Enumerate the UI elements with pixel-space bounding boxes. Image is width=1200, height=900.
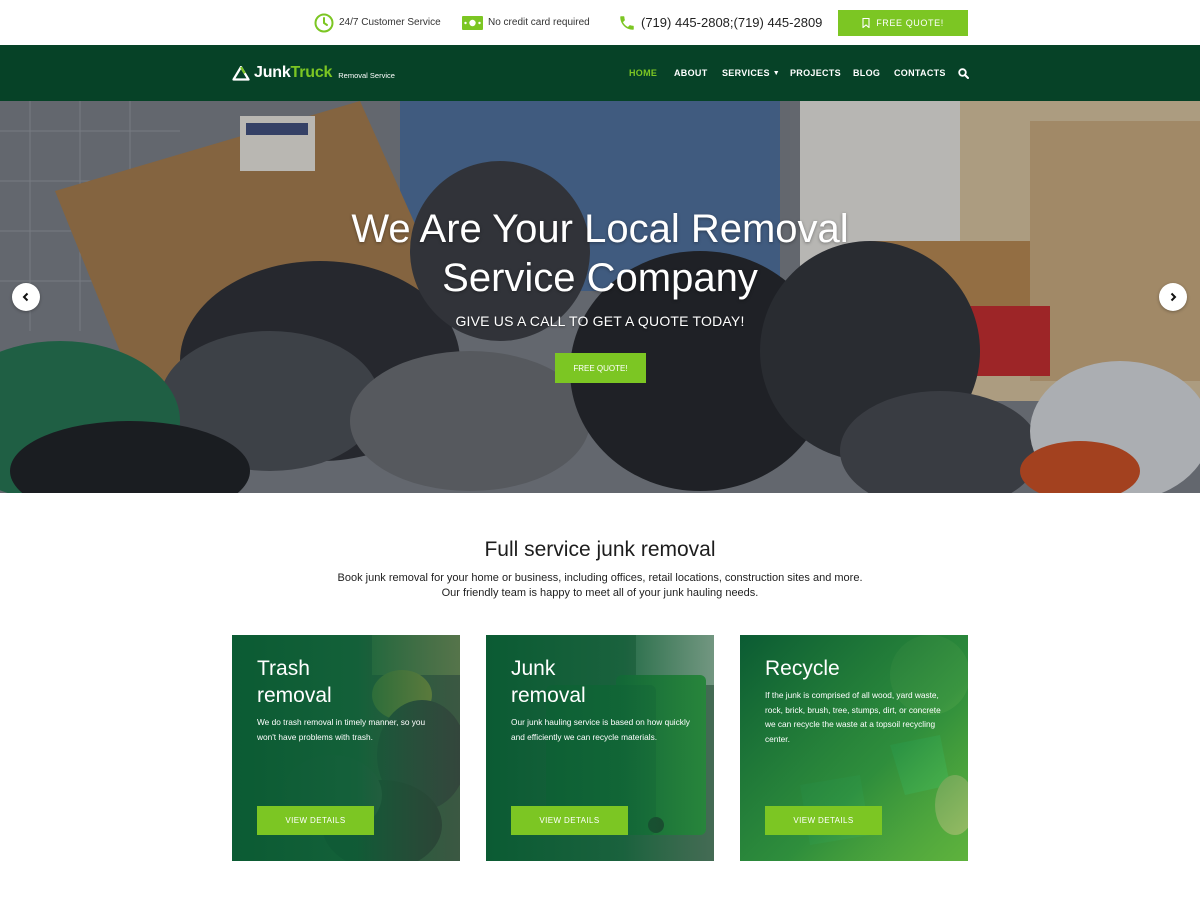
no-credit-card-label: No credit card required <box>488 17 590 28</box>
cash-icon <box>462 15 483 30</box>
service-card-junk-removal: Junk removal Our junk hauling service is… <box>486 635 714 861</box>
service-card-recycle: Recycle If the junk is comprised of all … <box>740 635 968 861</box>
card-title: Recycle <box>765 655 945 682</box>
brand-tagline: Removal Service <box>338 71 395 80</box>
card-description: Our junk hauling service is based on how… <box>511 717 690 742</box>
hero-free-quote-button[interactable]: FREE QUOTE! <box>555 353 646 383</box>
site-logo[interactable]: JunkTruck Removal Service <box>232 45 395 101</box>
view-details-button[interactable]: VIEW DETAILS <box>257 806 374 835</box>
view-details-button[interactable]: VIEW DETAILS <box>511 806 628 835</box>
main-navigation: JunkTruck Removal Service HOME ABOUT SER… <box>0 45 1200 101</box>
card-title: Trash removal <box>257 655 437 709</box>
section-description: Book junk removal for your home or busin… <box>0 571 1200 601</box>
section-title: Full service junk removal <box>484 538 716 561</box>
chevron-down-icon: ▼ <box>772 69 780 77</box>
brand-name: JunkTruck <box>254 64 332 82</box>
view-details-button[interactable]: VIEW DETAILS <box>765 806 882 835</box>
phone-info[interactable]: (719) 445-2808;(719) 445-2809 <box>618 0 822 45</box>
nav-projects[interactable]: PROJECTS <box>790 45 841 101</box>
nav-contacts-label: CONTACTS <box>894 68 946 78</box>
slider-next-button[interactable] <box>1159 283 1187 311</box>
phone-icon <box>620 15 634 30</box>
section-description-line1: Book junk removal for your home or busin… <box>337 572 863 584</box>
hero-title-line2: Service Company <box>442 256 758 300</box>
nav-blog[interactable]: BLOG <box>853 45 880 101</box>
nav-about-label: ABOUT <box>674 68 708 78</box>
hero-slider: We Are Your Local Removal Service Compan… <box>0 101 1200 493</box>
chevron-right-icon <box>1170 292 1177 302</box>
card-description: We do trash removal in timely manner, so… <box>257 717 426 742</box>
card-title-line1: Trash <box>257 657 310 680</box>
card-description: If the junk is comprised of all wood, ya… <box>765 690 941 744</box>
customer-service-label: 24/7 Customer Service <box>339 17 441 28</box>
free-quote-label: FREE QUOTE! <box>876 18 944 28</box>
nav-contacts[interactable]: CONTACTS <box>894 45 946 101</box>
nav-services[interactable]: SERVICES ▼ <box>722 45 780 101</box>
customer-service-info: 24/7 Customer Service <box>314 0 441 45</box>
brand-name-junk: Junk <box>254 64 291 81</box>
hero-subtitle: GIVE US A CALL TO GET A QUOTE TODAY! <box>455 313 745 329</box>
nav-home[interactable]: HOME <box>629 45 657 101</box>
no-credit-card-info: No credit card required <box>462 0 590 45</box>
hero-free-quote-label: FREE QUOTE! <box>573 363 628 373</box>
slider-prev-button[interactable] <box>12 283 40 311</box>
view-details-label: VIEW DETAILS <box>793 816 854 825</box>
nav-blog-label: BLOG <box>853 68 881 78</box>
recycle-logo-icon <box>232 65 250 81</box>
chevron-left-icon <box>22 292 29 302</box>
top-bar: 24/7 Customer Service No credit card req… <box>0 0 1200 45</box>
hero-title-line1: We Are Your Local Removal <box>351 207 849 251</box>
card-title-line2: removal <box>511 684 586 707</box>
hero-title: We Are Your Local Removal Service Compan… <box>0 205 1200 303</box>
bookmark-icon <box>862 18 870 28</box>
view-details-label: VIEW DETAILS <box>285 816 346 825</box>
nav-home-label: HOME <box>629 68 658 78</box>
service-card-trash-removal: Trash removal We do trash removal in tim… <box>232 635 460 861</box>
search-icon <box>958 67 969 79</box>
brand-name-truck: Truck <box>290 64 333 81</box>
nav-services-label: SERVICES <box>722 68 770 78</box>
card-title-line1: Recycle <box>765 657 840 680</box>
view-details-label: VIEW DETAILS <box>539 816 600 825</box>
card-title: Junk removal <box>511 655 691 709</box>
card-title-line1: Junk <box>511 657 556 680</box>
free-quote-button[interactable]: FREE QUOTE! <box>838 10 968 36</box>
card-title-line2: removal <box>257 684 332 707</box>
phone-number: (719) 445-2808;(719) 445-2809 <box>641 15 823 30</box>
search-button[interactable] <box>958 45 969 101</box>
section-description-line2: Our friendly team is happy to meet all o… <box>441 587 759 599</box>
nav-projects-label: PROJECTS <box>790 68 841 78</box>
nav-about[interactable]: ABOUT <box>674 45 708 101</box>
clock-icon <box>314 13 334 32</box>
